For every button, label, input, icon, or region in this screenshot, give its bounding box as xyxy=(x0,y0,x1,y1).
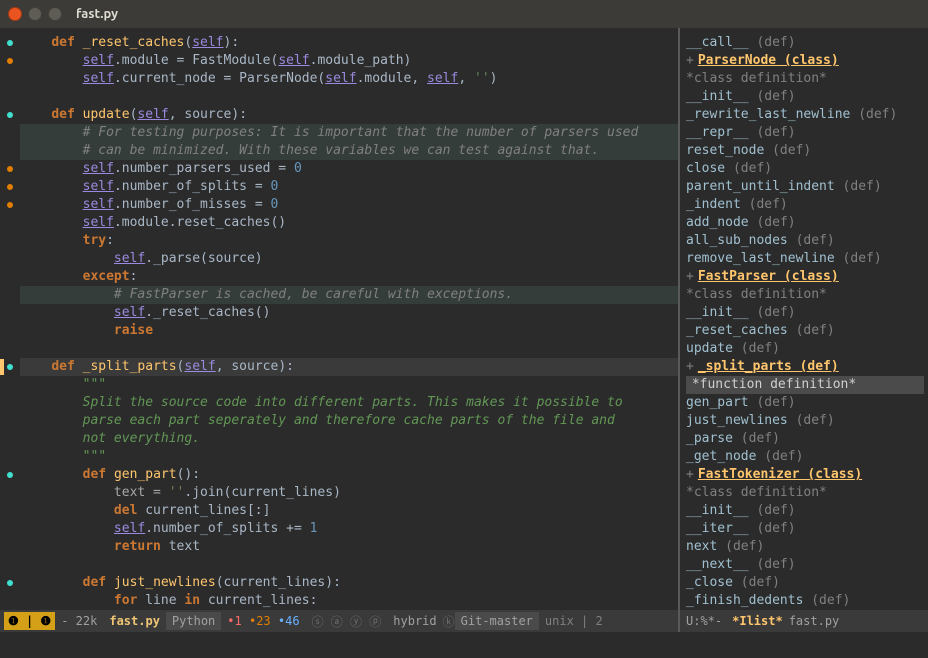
maximize-icon[interactable] xyxy=(48,7,62,21)
outline-item[interactable]: +FastTokenizer (class) xyxy=(686,466,924,484)
code-line[interactable]: self._parse(source) xyxy=(20,250,678,268)
modeline-row: ❶ | ❶ - 22k fast.py Python •1 •23 •46 ⓢ … xyxy=(0,610,928,632)
code-line[interactable] xyxy=(20,556,678,574)
modeline-ilist: *Ilist* xyxy=(732,614,783,628)
modeline-filename: fast.py xyxy=(103,614,166,628)
code-line[interactable]: def update(self, source): xyxy=(20,106,678,124)
outline-item[interactable]: __init__ (def) xyxy=(686,88,924,106)
gutter xyxy=(0,34,20,610)
editor-wrap: def _reset_caches(self): self.module = F… xyxy=(0,28,928,610)
modeline-warn-badge: ❶ | ❶ xyxy=(4,612,55,630)
code-line[interactable]: self.current_node = ParserNode(self.modu… xyxy=(20,70,678,88)
titlebar: fast.py xyxy=(0,0,928,28)
outline-item[interactable]: +ParserNode (class) xyxy=(686,52,924,70)
outline-item[interactable]: all_sub_nodes (def) xyxy=(686,232,924,250)
outline-item[interactable]: +FastParser (class) xyxy=(686,268,924,286)
outline-item[interactable]: *function definition* xyxy=(686,376,924,394)
minibuffer[interactable] xyxy=(0,632,928,658)
outline-item[interactable]: __repr__ (def) xyxy=(686,124,924,142)
code-line[interactable]: self.number_parsers_used = 0 xyxy=(20,160,678,178)
modeline-hybrid: hybrid xyxy=(387,614,442,628)
modeline-right[interactable]: U:%*- *Ilist* fast.py xyxy=(678,610,928,632)
code-line[interactable]: del current_lines[:] xyxy=(20,502,678,520)
outline-item[interactable]: __init__ (def) xyxy=(686,502,924,520)
code-line[interactable]: Split the source code into different par… xyxy=(20,394,678,412)
outline-item[interactable]: _parse (def) xyxy=(686,430,924,448)
outline-item[interactable]: *class definition* xyxy=(686,70,924,88)
code-line[interactable]: self.number_of_misses = 0 xyxy=(20,196,678,214)
outline-item[interactable]: *class definition* xyxy=(686,484,924,502)
code-line[interactable] xyxy=(20,340,678,358)
code-line[interactable]: def _reset_caches(self): xyxy=(20,34,678,52)
code-line[interactable]: self.module = FastModule(self.module_pat… xyxy=(20,52,678,70)
code-line[interactable]: text = ''.join(current_lines) xyxy=(20,484,678,502)
code-line[interactable]: except: xyxy=(20,268,678,286)
window-controls xyxy=(8,7,62,21)
code-line[interactable]: """ xyxy=(20,448,678,466)
outline-item[interactable]: __init__ (def) xyxy=(686,304,924,322)
outline-item[interactable]: reset_node (def) xyxy=(686,142,924,160)
outline-item[interactable]: close (def) xyxy=(686,160,924,178)
code-line[interactable]: try: xyxy=(20,232,678,250)
minimize-icon[interactable] xyxy=(28,7,42,21)
code-line[interactable]: self.number_of_splits += 1 xyxy=(20,520,678,538)
outline-item[interactable]: add_node (def) xyxy=(686,214,924,232)
outline-item[interactable]: remove_last_newline (def) xyxy=(686,250,924,268)
code-line[interactable]: # FastParser is cached, be careful with … xyxy=(20,286,678,304)
outline-item[interactable]: *class definition* xyxy=(686,286,924,304)
modeline-size: - 22k xyxy=(55,614,103,628)
code-line[interactable]: parse each part seperately and therefore… xyxy=(20,412,678,430)
modeline-right-prefix: U:%*- xyxy=(686,614,722,628)
outline-item[interactable]: _indent (def) xyxy=(686,196,924,214)
outline-item[interactable]: just_newlines (def) xyxy=(686,412,924,430)
outline-item[interactable]: next (def) xyxy=(686,538,924,556)
outline-item[interactable]: _reset_caches (def) xyxy=(686,322,924,340)
modeline-flycheck: •1 •23 •46 xyxy=(221,614,305,628)
code-line[interactable]: def just_newlines(current_lines): xyxy=(20,574,678,592)
code-line[interactable] xyxy=(20,88,678,106)
modeline-encoding: unix | 2 xyxy=(539,614,609,628)
code-line[interactable]: not everything. xyxy=(20,430,678,448)
code-line[interactable]: # For testing purposes: It is important … xyxy=(20,124,678,142)
code-line[interactable]: self.module.reset_caches() xyxy=(20,214,678,232)
code-line[interactable]: self._reset_caches() xyxy=(20,304,678,322)
window-title: fast.py xyxy=(76,7,118,21)
code-line[interactable]: """ xyxy=(20,376,678,394)
modeline-indicator-2: ⓚ xyxy=(443,613,455,630)
code-line[interactable]: def gen_part(): xyxy=(20,466,678,484)
outline-item[interactable]: __next__ (def) xyxy=(686,556,924,574)
modeline-indicators: ⓢ ⓐ ⓨ ⓟ xyxy=(306,613,388,630)
outline-pane[interactable]: __call__ (def)+ParserNode (class) *class… xyxy=(678,28,928,610)
code-line[interactable]: for line in current_lines: xyxy=(20,592,678,610)
close-icon[interactable] xyxy=(8,7,22,21)
modeline-vcs: Git-master xyxy=(455,612,539,630)
code-line[interactable]: return text xyxy=(20,538,678,556)
code-line[interactable]: # can be minimized. With these variables… xyxy=(20,142,678,160)
outline-item[interactable]: __call__ (def) xyxy=(686,34,924,52)
outline-item[interactable]: gen_part (def) xyxy=(686,394,924,412)
outline-item[interactable]: _close (def) xyxy=(686,574,924,592)
modeline-right-file: fast.py xyxy=(789,614,840,628)
outline-item[interactable]: +_split_parts (def) xyxy=(686,358,924,376)
outline-item[interactable]: _finish_dedents (def) xyxy=(686,592,924,610)
code-pane[interactable]: def _reset_caches(self): self.module = F… xyxy=(0,28,678,610)
outline-item[interactable]: __iter__ (def) xyxy=(686,520,924,538)
code-area[interactable]: def _reset_caches(self): self.module = F… xyxy=(20,34,678,610)
outline-item[interactable]: _rewrite_last_newline (def) xyxy=(686,106,924,124)
outline-item[interactable]: update (def) xyxy=(686,340,924,358)
code-line[interactable]: raise xyxy=(20,322,678,340)
modeline-left[interactable]: ❶ | ❶ - 22k fast.py Python •1 •23 •46 ⓢ … xyxy=(0,610,678,632)
outline-item[interactable]: parent_until_indent (def) xyxy=(686,178,924,196)
code-line[interactable]: self.number_of_splits = 0 xyxy=(20,178,678,196)
modeline-major-mode: Python xyxy=(166,612,221,630)
outline-item[interactable]: _get_node (def) xyxy=(686,448,924,466)
code-line[interactable]: def _split_parts(self, source): xyxy=(20,358,678,376)
